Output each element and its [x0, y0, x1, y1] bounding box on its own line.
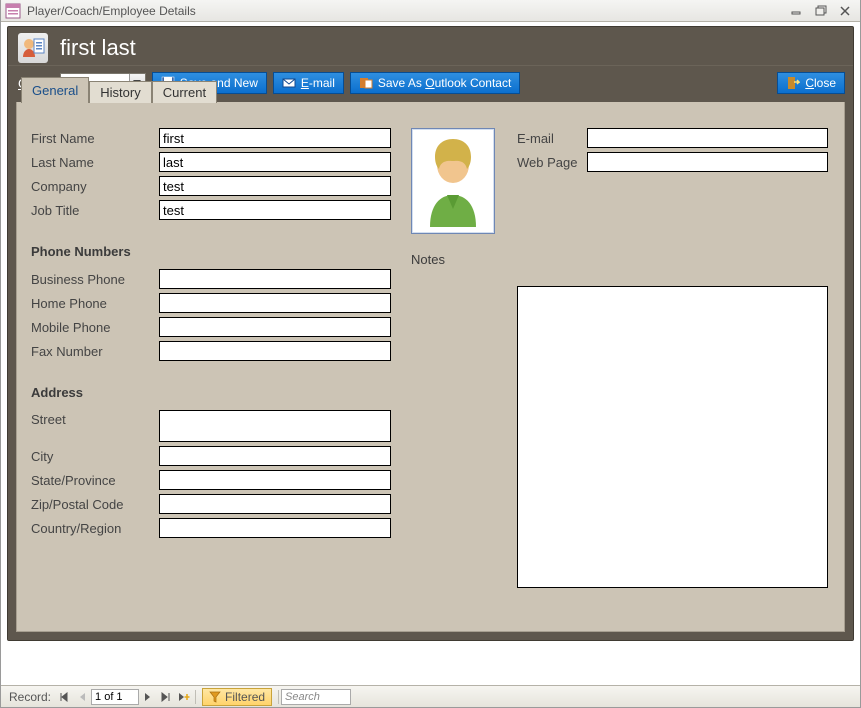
- mobile-phone-input[interactable]: [159, 317, 391, 337]
- header-panel: first last Go to Save and New: [7, 26, 854, 641]
- page-title-row: first last: [8, 27, 853, 65]
- client-area: first last Go to Save and New: [1, 22, 860, 685]
- door-icon: [786, 76, 800, 90]
- record-search-input[interactable]: [281, 689, 351, 705]
- contact-header-icon: [18, 33, 48, 63]
- next-record-button[interactable]: [139, 689, 157, 705]
- state-label: State/Province: [31, 473, 159, 488]
- window: Player/Coach/Employee Details: [0, 0, 861, 708]
- close-label: lose: [814, 76, 836, 90]
- outlook-icon: [359, 76, 373, 90]
- filtered-indicator[interactable]: Filtered: [202, 688, 272, 706]
- page-title: first last: [60, 35, 136, 61]
- first-name-input[interactable]: [159, 128, 391, 148]
- city-label: City: [31, 449, 159, 464]
- notes-label: Notes: [411, 252, 497, 267]
- right-column: E-mail Web Page: [517, 128, 830, 588]
- webpage-label: Web Page: [517, 155, 587, 170]
- email-label: -mail: [309, 76, 335, 90]
- tab-general[interactable]: General: [21, 77, 89, 103]
- close-form-button[interactable]: Close: [777, 72, 845, 94]
- email-input[interactable]: [587, 128, 828, 148]
- save-as-outlook-button[interactable]: Save As Outlook Contact: [350, 72, 520, 94]
- contact-photo[interactable]: [411, 128, 495, 234]
- fax-number-input[interactable]: [159, 341, 391, 361]
- business-phone-input[interactable]: [159, 269, 391, 289]
- country-label: Country/Region: [31, 521, 159, 536]
- left-column: First Name Last Name Company: [31, 128, 391, 588]
- home-phone-label: Home Phone: [31, 296, 159, 311]
- last-name-label: Last Name: [31, 155, 159, 170]
- email-button[interactable]: E-mail: [273, 72, 344, 94]
- restore-button[interactable]: [812, 4, 830, 18]
- window-controls: [788, 4, 856, 18]
- mail-icon: [282, 76, 296, 90]
- mobile-phone-label: Mobile Phone: [31, 320, 159, 335]
- prev-record-button[interactable]: [73, 689, 91, 705]
- company-label: Company: [31, 179, 159, 194]
- tabstrip: General History Current: [21, 79, 217, 103]
- business-phone-label: Business Phone: [31, 272, 159, 287]
- job-title-label: Job Title: [31, 203, 159, 218]
- funnel-icon: [209, 691, 221, 703]
- first-record-button[interactable]: [55, 689, 73, 705]
- form-columns: First Name Last Name Company: [31, 116, 844, 588]
- country-input[interactable]: [159, 518, 391, 538]
- filtered-label: Filtered: [225, 690, 265, 704]
- zip-label: Zip/Postal Code: [31, 497, 159, 512]
- record-label: Record:: [5, 690, 55, 704]
- last-record-button[interactable]: [157, 689, 175, 705]
- person-placeholder-icon: [416, 133, 490, 229]
- city-input[interactable]: [159, 446, 391, 466]
- state-input[interactable]: [159, 470, 391, 490]
- outlook-underline: O: [425, 76, 434, 90]
- first-name-label: First Name: [31, 131, 159, 146]
- last-name-input[interactable]: [159, 152, 391, 172]
- record-nav-bar: Record: Filtered: [1, 685, 860, 707]
- home-phone-input[interactable]: [159, 293, 391, 313]
- zip-input[interactable]: [159, 494, 391, 514]
- new-record-button[interactable]: [175, 689, 193, 705]
- notes-input[interactable]: [517, 286, 828, 588]
- street-input[interactable]: [159, 410, 391, 442]
- title-bar: Player/Coach/Employee Details: [1, 0, 860, 22]
- phone-section-title: Phone Numbers: [31, 244, 391, 259]
- address-section-title: Address: [31, 385, 391, 400]
- tab-current[interactable]: Current: [152, 81, 217, 103]
- middle-column: Notes: [411, 128, 497, 588]
- record-position-input[interactable]: [91, 689, 139, 705]
- form-body: General History Current First Name: [16, 102, 845, 632]
- email-label: E-mail: [517, 131, 587, 146]
- fax-number-label: Fax Number: [31, 344, 159, 359]
- window-title: Player/Coach/Employee Details: [27, 4, 788, 18]
- outlook-label-post: utlook Contact: [435, 76, 512, 90]
- street-label: Street: [31, 410, 159, 427]
- outlook-label-pre: Save As: [378, 76, 425, 90]
- tab-history[interactable]: History: [89, 81, 151, 103]
- close-underline: C: [805, 76, 814, 90]
- email-underline: E: [301, 76, 309, 90]
- webpage-input[interactable]: [587, 152, 828, 172]
- company-input[interactable]: [159, 176, 391, 196]
- minimize-button[interactable]: [788, 4, 806, 18]
- job-title-input[interactable]: [159, 200, 391, 220]
- form-icon: [5, 3, 21, 19]
- close-button[interactable]: [836, 4, 854, 18]
